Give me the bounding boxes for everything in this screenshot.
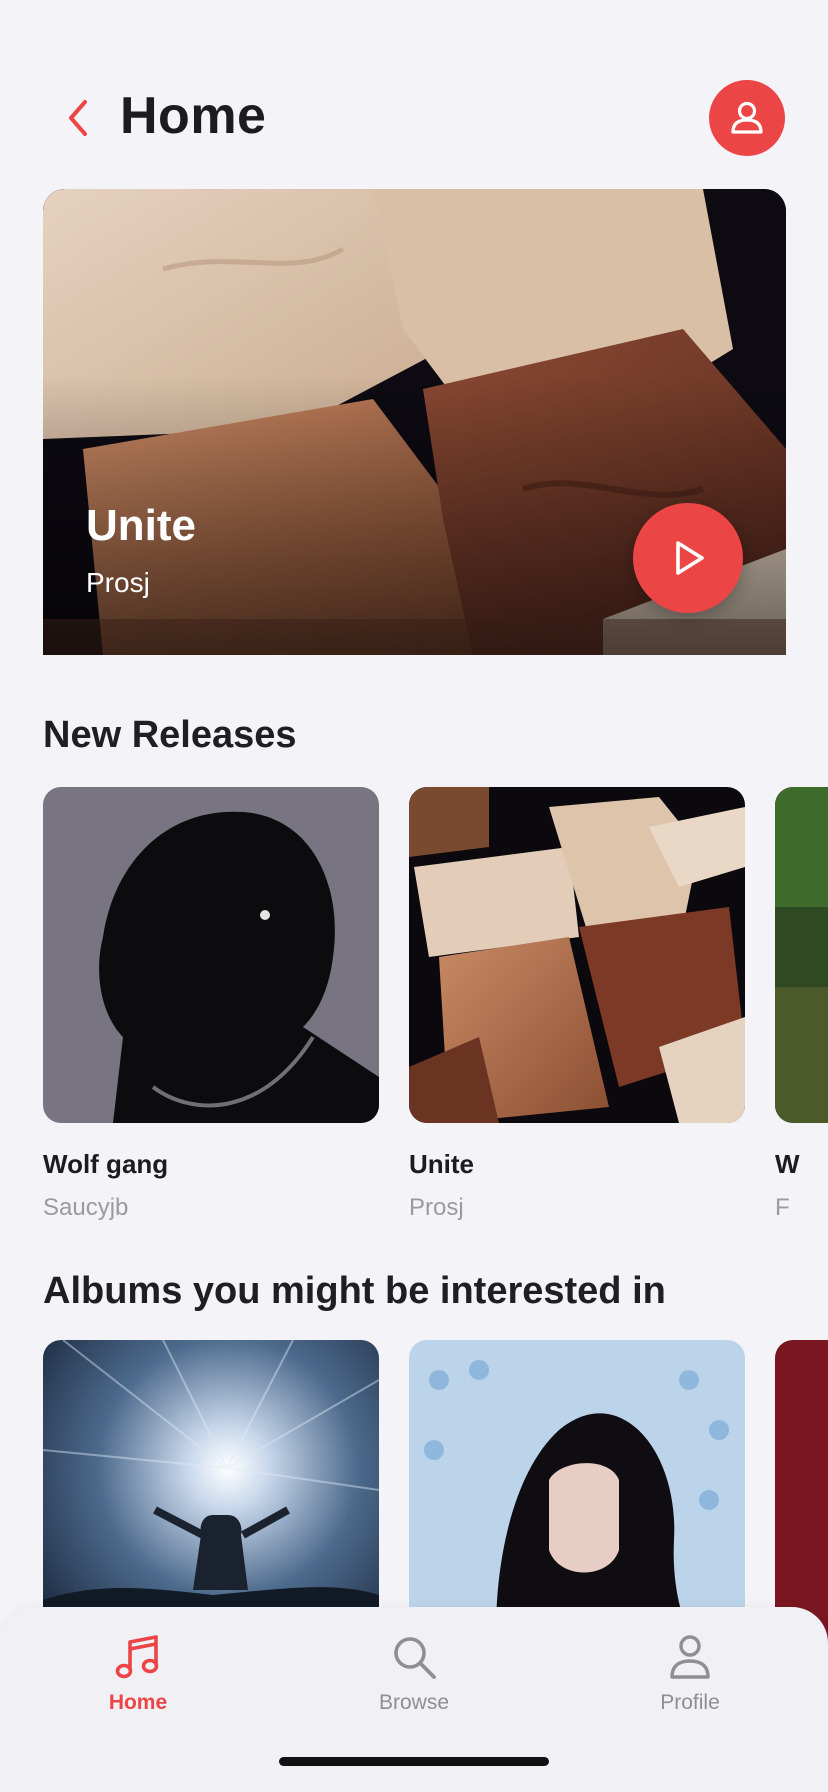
featured-title: Unite <box>86 501 196 550</box>
release-title: Unite <box>409 1149 474 1179</box>
tab-profile-label: Profile <box>660 1691 720 1714</box>
chevron-left-icon <box>69 100 87 136</box>
home-screen: Home Unite Prosj New Releases Wolf gang … <box>0 0 828 1792</box>
album-cover <box>43 787 379 1123</box>
back-button[interactable] <box>58 98 98 138</box>
page-title: Home <box>120 87 267 145</box>
search-icon <box>394 1637 436 1679</box>
new-releases-row[interactable]: Wolf gang Saucyjb Unite Prosj W F <box>0 787 828 1247</box>
release-artist: F <box>775 1194 790 1221</box>
person-icon <box>731 101 763 134</box>
tab-browse[interactable]: Browse <box>314 1631 514 1731</box>
featured-banner[interactable]: Unite Prosj <box>43 189 786 655</box>
album-cover <box>409 787 745 1123</box>
tab-home-label: Home <box>108 1691 168 1714</box>
release-title: Wolf gang <box>43 1149 169 1179</box>
featured-artist: Prosj <box>86 567 150 598</box>
header: Home <box>0 70 828 166</box>
release-card[interactable]: Unite Prosj <box>409 787 745 1222</box>
album-cover <box>775 787 828 1123</box>
play-button[interactable] <box>633 503 743 613</box>
release-card[interactable]: W F <box>775 787 828 1222</box>
section-title-new-releases: New Releases <box>43 714 297 756</box>
section-title-albums: Albums you might be interested in <box>43 1270 666 1312</box>
release-card[interactable]: Wolf gang Saucyjb <box>43 787 379 1222</box>
tab-browse-label: Browse <box>378 1691 450 1714</box>
tab-home[interactable]: Home <box>38 1631 238 1731</box>
play-icon <box>676 541 704 575</box>
tab-profile[interactable]: Profile <box>590 1631 790 1731</box>
release-artist: Saucyjb <box>43 1194 129 1221</box>
home-indicator <box>279 1757 549 1766</box>
release-title: W <box>775 1149 800 1179</box>
profile-avatar-button[interactable] <box>709 80 785 156</box>
person-icon <box>670 1635 710 1679</box>
release-artist: Prosj <box>409 1194 464 1221</box>
music-note-icon <box>115 1635 159 1679</box>
